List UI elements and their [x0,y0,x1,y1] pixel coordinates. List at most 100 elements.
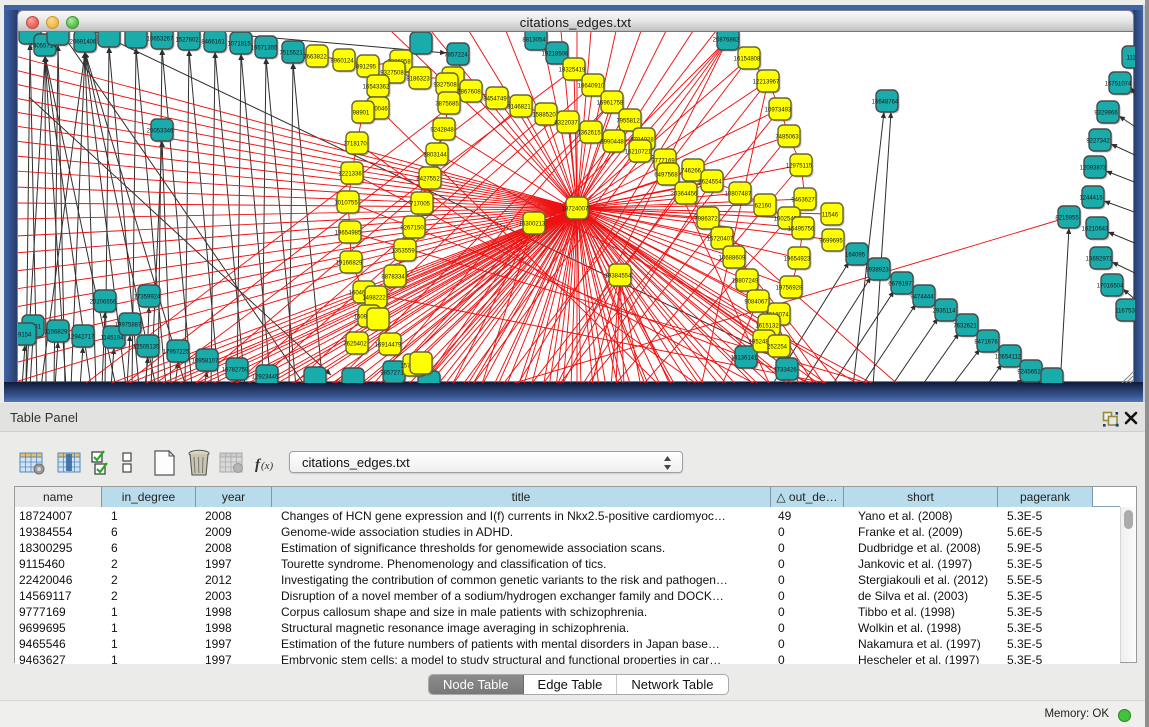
svg-text:19218506: 19218506 [542,52,569,58]
svg-text:12213967: 12213967 [753,80,780,86]
svg-text:16782759: 16782759 [222,368,249,374]
svg-text:111: 111 [1126,56,1135,62]
svg-text:746266: 746266 [681,169,702,175]
svg-text:16154808: 16154808 [734,57,761,63]
svg-text:252254: 252254 [767,345,788,351]
svg-text:20876862: 20876862 [713,38,740,44]
svg-text:39154: 39154 [18,333,32,339]
svg-text:8454749: 8454749 [483,97,507,103]
svg-text:2718170: 2718170 [343,142,367,148]
svg-text:1145194: 1145194 [101,336,125,342]
svg-text:10807487: 10807487 [725,192,752,198]
svg-text:7857224: 7857224 [444,53,468,59]
svg-text:8938923: 8938923 [865,268,889,274]
svg-text:8960124: 8960124 [330,59,354,65]
svg-text:16571355: 16571355 [251,46,278,52]
svg-text:11546: 11546 [822,213,839,219]
svg-text:15692971: 15692971 [1086,257,1113,263]
svg-text:16543362: 16543362 [363,85,390,91]
svg-text:10973493: 10973493 [765,108,792,114]
svg-text:17016504: 17016504 [1097,284,1124,290]
svg-text:7986372: 7986372 [694,217,718,223]
svg-text:20364456: 20364456 [671,192,698,198]
svg-text:9329966: 9329966 [1094,111,1118,117]
svg-text:1527602: 1527602 [175,38,199,44]
svg-text:7485063: 7485063 [775,135,799,141]
svg-text:16210643: 16210643 [1082,227,1109,233]
svg-text:8215955: 8215955 [1055,216,1079,222]
svg-text:8186323: 8186323 [406,77,430,83]
svg-text:9857271: 9857271 [380,371,404,377]
svg-text:6679197: 6679197 [888,282,912,288]
svg-text:10654112: 10654112 [995,355,1022,361]
svg-text:12505135: 12505135 [133,345,160,351]
svg-text:1156829: 1156829 [45,330,69,336]
svg-text:9245652: 9245652 [1017,370,1041,376]
svg-text:19654985: 19654985 [335,231,362,237]
svg-text:19756928: 19756928 [776,286,803,292]
svg-text:1244415: 1244415 [1079,196,1103,202]
svg-text:7625402: 7625402 [343,342,367,348]
svg-text:19975887: 19975887 [115,323,142,329]
svg-text:10958107: 10958107 [192,359,219,365]
svg-text:14136141: 14136141 [731,356,758,362]
svg-text:717005: 717005 [410,202,431,208]
svg-text:20206556: 20206556 [90,300,117,306]
svg-text:9227342: 9227342 [1086,139,1110,145]
svg-text:9084067: 9084067 [744,300,768,306]
svg-text:10653267: 10653267 [147,37,174,43]
svg-text:2803144: 2803144 [423,153,447,159]
svg-text:891295: 891295 [356,65,377,71]
svg-text:(x): (x) [261,460,274,472]
svg-text:9146821: 9146821 [507,105,531,111]
svg-text:18724007: 18724007 [562,207,589,213]
svg-text:7663822: 7663822 [303,55,327,61]
svg-text:3875685: 3875685 [435,102,459,108]
svg-text:16210721: 16210721 [625,150,652,156]
svg-text:3624554: 3624554 [698,180,722,186]
svg-text:19384554: 19384554 [605,274,632,280]
svg-text:20691406: 20691406 [70,40,97,46]
svg-text:9242848: 9242848 [430,128,454,134]
svg-text:12942717: 12942717 [68,335,95,341]
svg-text:8466161: 8466161 [201,40,225,46]
svg-text:10688609: 10688609 [719,256,746,262]
svg-text:116753: 116753 [1115,309,1135,315]
svg-text:16961758: 16961758 [597,101,624,107]
svg-text:19166829: 19166829 [336,261,363,267]
svg-text:8471676: 8471676 [974,340,998,346]
svg-text:98901: 98901 [353,111,370,117]
svg-text:17359924: 17359924 [134,295,161,301]
svg-text:62160: 62160 [755,204,772,210]
svg-text:9463627: 9463627 [791,198,815,204]
svg-text:2867608: 2867608 [457,90,481,96]
svg-text:7515521: 7515521 [279,51,303,57]
svg-text:9699695: 9699695 [819,239,843,245]
svg-text:12923446: 12923446 [252,375,279,381]
svg-text:164095: 164095 [845,253,866,259]
svg-text:1221336: 1221336 [338,172,362,178]
svg-text:8427552: 8427552 [416,177,440,183]
svg-text:19654923: 19654923 [784,257,811,263]
svg-text:2935114: 2935114 [933,309,957,315]
svg-text:9327508: 9327508 [433,83,457,89]
svg-text:15300213: 15300213 [519,222,546,228]
svg-text:6322037: 6322037 [554,121,578,127]
svg-text:17957225: 17957225 [163,350,190,356]
svg-text:6497568: 6497568 [654,173,678,179]
svg-text:18807249: 18807249 [732,279,759,285]
svg-text:12975115: 12975115 [786,164,813,170]
svg-text:18325419: 18325419 [559,68,586,74]
svg-text:1733426: 1733426 [773,368,797,374]
svg-text:1010755: 1010755 [334,201,358,207]
svg-text:1362615: 1362615 [577,131,601,137]
svg-text:7632621: 7632621 [953,324,977,330]
svg-text:8990448: 8990448 [600,140,624,146]
svg-text:15495756: 15495756 [788,227,815,233]
svg-text:8878334: 8878334 [381,275,405,281]
svg-text:9474444: 9474444 [910,295,934,301]
svg-text:1615132: 1615132 [755,324,779,330]
svg-text:15751074: 15751074 [1105,82,1132,88]
svg-text:1498222: 1498222 [362,296,386,302]
svg-text:1588520: 1588520 [532,113,556,119]
